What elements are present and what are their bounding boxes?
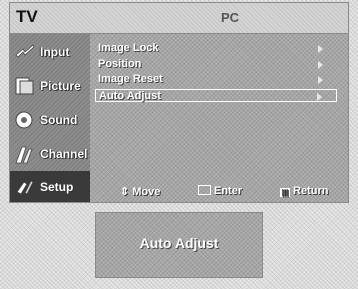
auto-adjust-popup: Auto Adjust bbox=[95, 212, 263, 278]
sidebar-item-label: Picture bbox=[40, 79, 81, 93]
sidebar-item-channel[interactable]: Channel bbox=[10, 138, 90, 171]
return-icon: ||| bbox=[280, 188, 290, 197]
arrow-right-icon bbox=[318, 45, 323, 53]
sidebar-item-picture[interactable]: Picture bbox=[10, 70, 90, 103]
menu-header: TV PC bbox=[10, 3, 348, 34]
return-hint: ||| Return bbox=[280, 185, 328, 197]
updown-icon: ⇕ bbox=[120, 186, 130, 198]
option-image-reset[interactable]: Image Reset bbox=[95, 73, 337, 87]
option-label: Position bbox=[98, 57, 142, 70]
menu-title: PC bbox=[220, 10, 240, 25]
enter-label: Enter bbox=[214, 185, 243, 197]
sidebar-item-input[interactable]: Input bbox=[10, 36, 90, 69]
enter-hint: Enter bbox=[198, 185, 242, 197]
option-position[interactable]: Position bbox=[95, 58, 337, 72]
sidebar-item-setup[interactable]: Setup bbox=[10, 171, 90, 202]
option-label: Image Lock bbox=[98, 42, 159, 54]
footer-hints: ⇕ Move Enter ||| Return bbox=[120, 183, 348, 201]
picture-icon bbox=[14, 75, 36, 97]
enter-icon bbox=[198, 185, 211, 197]
input-icon bbox=[14, 41, 36, 63]
arrow-right-icon bbox=[318, 60, 323, 69]
osd-menu: TV PC Input Picture Sound Channel Setup … bbox=[9, 2, 349, 203]
sidebar: Input Picture Sound Channel Setup bbox=[10, 34, 90, 202]
setup-icon bbox=[14, 176, 36, 198]
option-label: Image Reset bbox=[98, 73, 163, 85]
tv-logo: TV bbox=[16, 7, 38, 26]
move-label: Move bbox=[132, 186, 161, 198]
option-label: Auto Adjust bbox=[99, 89, 161, 102]
sidebar-item-label: Setup bbox=[40, 180, 74, 194]
sidebar-item-sound[interactable]: Sound bbox=[10, 104, 90, 137]
sidebar-item-label: Channel bbox=[40, 147, 88, 161]
arrow-right-icon bbox=[317, 92, 322, 101]
option-image-lock[interactable]: Image Lock bbox=[95, 42, 337, 56]
sound-icon bbox=[14, 109, 36, 131]
channel-icon bbox=[14, 143, 36, 165]
popup-text: Auto Adjust bbox=[139, 235, 219, 251]
arrow-right-icon bbox=[318, 76, 323, 84]
option-auto-adjust[interactable]: Auto Adjust bbox=[95, 88, 337, 102]
sidebar-item-label: Input bbox=[40, 45, 70, 59]
move-hint: ⇕ Move bbox=[120, 185, 160, 198]
options-list: Image Lock Position Image Reset Auto Adj… bbox=[95, 42, 337, 104]
return-label: Return bbox=[293, 185, 329, 197]
sidebar-item-label: Sound bbox=[40, 113, 78, 127]
